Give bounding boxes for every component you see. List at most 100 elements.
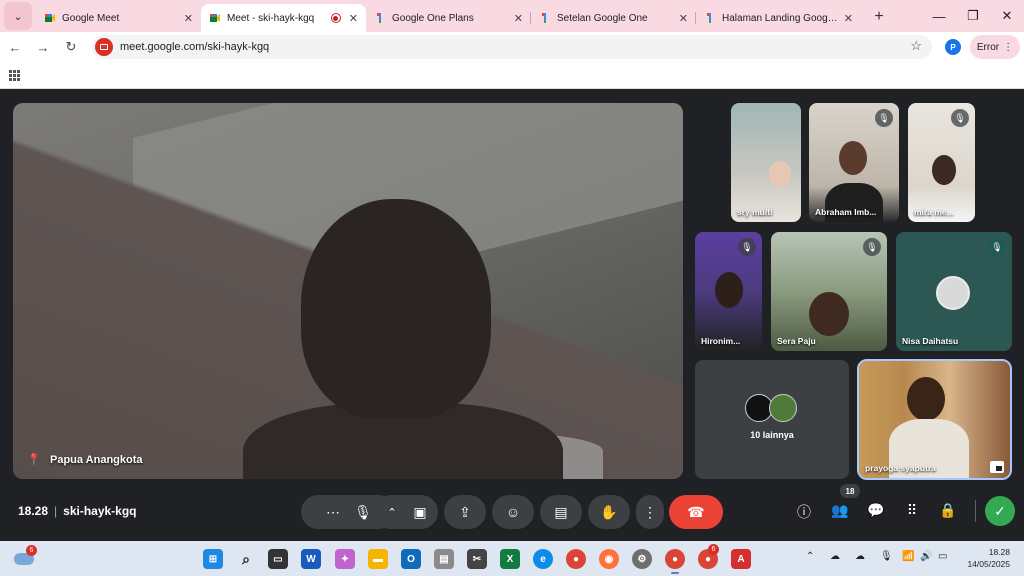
tab-setelan-google-one[interactable]: Setelan Google One ✕ [531, 4, 696, 32]
participant-tile-prayoga-self[interactable]: prayoga syaputra [857, 359, 1012, 480]
tray-cloud-icon[interactable]: ☁ [855, 551, 865, 562]
participant-tile-sry-multi[interactable]: sry multi [731, 103, 801, 222]
camera-control-group: ⌃ ▣ [374, 495, 438, 529]
companion-check-button[interactable]: ✓ [985, 496, 1015, 526]
browser-toolbar: ← → ↻ meet.google.com/ski-hayk-kgq ☆ P E… [0, 32, 1024, 62]
wifi-icon[interactable]: 📶 [902, 551, 914, 562]
weather-badge: 6 [26, 545, 37, 556]
participant-tile-sera-paju[interactable]: 🎙 Sera Paju [771, 232, 887, 351]
forward-icon[interactable]: → [30, 40, 56, 55]
more-participants-label: 10 lainnya [750, 430, 794, 440]
tab-google-meet[interactable]: Google Meet ✕ [36, 4, 201, 32]
hand-icon: ✋ [600, 503, 618, 520]
tab-meet-ski-hayk-kgq[interactable]: Meet - ski-hayk-kgq ✕ [201, 4, 366, 32]
meeting-time: 18.28 [18, 504, 49, 518]
new-tab-button[interactable]: + [867, 5, 891, 29]
close-tab-icon[interactable]: ✕ [844, 12, 853, 25]
pin-icon[interactable]: 📍 [27, 453, 41, 466]
participant-name: mira me... [914, 207, 954, 217]
meeting-details-icon[interactable]: ⓘ [794, 502, 814, 522]
activities-icon[interactable]: ⠿ [902, 502, 922, 519]
more-vert-icon: ⋮ [643, 503, 657, 520]
excel-icon[interactable]: X [500, 549, 520, 569]
video-person-head [301, 199, 491, 419]
participant-tile-abraham[interactable]: 🎙 Abraham Imb... [809, 103, 899, 222]
participant-tile-mira[interactable]: 🎙 mira me... [908, 103, 975, 222]
close-window-icon[interactable]: ✕ [990, 8, 1024, 24]
tab-halaman-landing[interactable]: Halaman Landing Google One ✕ [696, 4, 861, 32]
captions-button[interactable]: ▤ [540, 495, 582, 529]
file-explorer-icon[interactable]: ▬ [368, 549, 388, 569]
edge-icon[interactable]: e [533, 549, 553, 569]
back-icon[interactable]: ← [2, 40, 28, 55]
tab-strip: ⌄ Google Meet ✕ Meet - ski-hayk-kgq ✕ Go… [0, 0, 1024, 32]
more-vert-icon: ⋮ [1003, 41, 1014, 53]
volume-icon[interactable]: 🔊 [920, 551, 932, 562]
minimize-icon[interactable]: — [922, 9, 956, 24]
people-icon[interactable]: 👥 [830, 502, 850, 519]
bookmarks-bar [0, 62, 1024, 89]
tray-microphone-icon[interactable]: 🎙 [880, 551, 893, 562]
meeting-info-divider: | [54, 504, 58, 518]
weather-widget[interactable]: 6 [14, 545, 37, 569]
tab-google-one-plans[interactable]: Google One Plans ✕ [366, 4, 531, 32]
tab-search-button[interactable]: ⌄ [4, 2, 32, 30]
bookmark-star-icon[interactable]: ☆ [910, 38, 922, 54]
camera-icon[interactable]: ▣ [406, 504, 434, 521]
copilot-icon[interactable]: ✦ [335, 549, 355, 569]
onedrive-icon[interactable]: ☁ [830, 551, 840, 562]
meet-site-icon[interactable] [95, 38, 113, 56]
window-controls: — ❐ ✕ [922, 0, 1024, 32]
battery-icon[interactable]: ▭ [938, 551, 947, 562]
participant-name: Nisa Daihatsu [902, 336, 959, 346]
restore-icon[interactable]: ❐ [956, 8, 990, 24]
video-face [907, 377, 945, 421]
taskbar-clock[interactable]: 18.28 14/05/2025 [960, 546, 1010, 570]
address-bar[interactable]: meet.google.com/ski-hayk-kgq ☆ [92, 35, 932, 59]
chevron-up-icon[interactable]: ⌃ [378, 506, 406, 519]
raise-hand-button[interactable]: ✋ [588, 495, 630, 529]
capcut-icon[interactable]: ✂ [467, 549, 487, 569]
settings-gear-icon[interactable]: ⚙ [632, 549, 652, 569]
more-participants-tile[interactable]: 10 lainnya [695, 360, 849, 479]
close-tab-icon[interactable]: ✕ [679, 12, 688, 25]
chrome-profile-icon[interactable]: ● [665, 549, 685, 569]
chrome-icon[interactable]: ● [566, 549, 586, 569]
error-label: Error [976, 41, 1000, 53]
more-avatars [745, 394, 797, 422]
active-app-indicator [671, 572, 679, 574]
main-video-tile[interactable]: 📍 Papua Anangkota [13, 103, 683, 479]
clock-date: 14/05/2025 [967, 559, 1010, 569]
profile-avatar[interactable]: P [945, 39, 961, 55]
close-tab-icon[interactable]: ✕ [184, 12, 193, 25]
reactions-button[interactable]: ☺ [492, 495, 534, 529]
outlook-icon[interactable]: O [401, 549, 421, 569]
reload-icon[interactable]: ↻ [58, 39, 84, 55]
acrobat-icon[interactable]: A [731, 549, 751, 569]
close-tab-icon[interactable]: ✕ [514, 12, 523, 25]
chat-icon[interactable]: 💬 [866, 502, 886, 519]
more-options-button[interactable]: ⋮ [636, 495, 664, 529]
tray-chevron-up-icon[interactable]: ⌃ [806, 551, 814, 562]
participant-name: Abraham Imb... [815, 207, 877, 217]
mic-off-icon: 🎙 [951, 109, 969, 127]
participant-tile-nisa[interactable]: 🎙 Nisa Daihatsu [896, 232, 1012, 351]
present-screen-button[interactable]: ⇪ [444, 495, 486, 529]
apps-grid-icon[interactable] [9, 70, 20, 81]
task-view-icon[interactable]: ▭ [268, 549, 288, 569]
participant-tile-hironim[interactable]: 🎙 Hironim... [695, 232, 762, 351]
picture-in-picture-icon[interactable] [990, 461, 1004, 473]
windows-start-icon[interactable]: ⊞ [203, 549, 223, 569]
notepad-icon[interactable]: ▤ [434, 549, 454, 569]
main-tile-name: Papua Anangkota [50, 454, 143, 466]
leave-call-button[interactable]: ☎ [669, 495, 723, 529]
search-icon[interactable]: ⌕ [236, 549, 256, 569]
host-controls-icon[interactable]: 🔒 [938, 502, 958, 519]
audio-options-icon[interactable]: ⋯ [318, 504, 348, 521]
url-text[interactable]: meet.google.com/ski-hayk-kgq [120, 41, 269, 53]
avatar [769, 394, 797, 422]
firefox-icon[interactable]: ◉ [599, 549, 619, 569]
close-tab-icon[interactable]: ✕ [349, 12, 358, 25]
error-button[interactable]: Error ⋮ [970, 35, 1020, 59]
word-icon[interactable]: W [301, 549, 321, 569]
